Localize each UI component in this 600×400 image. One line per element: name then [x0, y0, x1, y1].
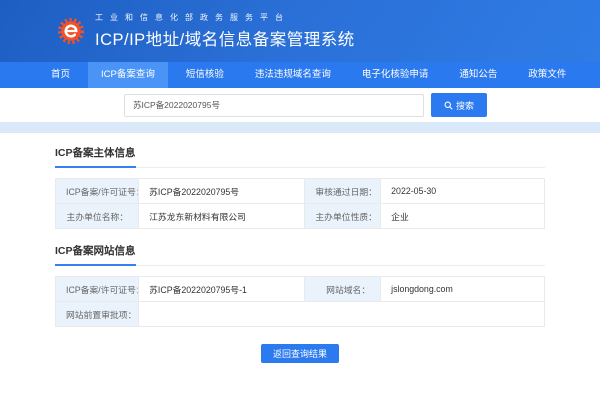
field-label: 主办单位名称： — [56, 204, 139, 229]
main-content: ICP备案主体信息 ICP备案/许可证号： 苏ICP备2022020795号 审… — [0, 133, 600, 363]
field-label: 审核通过日期： — [305, 179, 381, 204]
nav-item-e-verification-apply[interactable]: 电子化核验申请 — [349, 62, 442, 88]
nav-item-sms-verify[interactable]: 短信核验 — [173, 62, 237, 88]
search-bar: 搜索 — [0, 88, 600, 122]
back-to-results-button[interactable]: 返回查询结果 — [261, 344, 339, 363]
website-info-section: ICP备案网站信息 ICP备案/许可证号： 苏ICP备2022020795号-1… — [55, 243, 545, 327]
nav-item-policy-files[interactable]: 政策文件 — [515, 62, 579, 88]
nav-item-illegal-domain-query[interactable]: 违法违规域名查询 — [242, 62, 344, 88]
page-background-strip — [0, 122, 600, 133]
table-row: ICP备案/许可证号： 苏ICP备2022020795号 审核通过日期： 202… — [56, 179, 545, 204]
field-value: 苏ICP备2022020795号 — [139, 179, 305, 204]
field-label: 网站前置审批项： — [56, 302, 139, 327]
field-value: 2022-05-30 — [381, 179, 545, 204]
platform-name: 工业和信息化部政务服务平台 — [95, 12, 355, 23]
search-button-label: 搜索 — [456, 99, 474, 112]
nav-item-notices[interactable]: 通知公告 — [446, 62, 510, 88]
app-header: 工业和信息化部政务服务平台 ICP/IP地址/域名信息备案管理系统 — [0, 0, 600, 62]
field-value — [139, 302, 545, 327]
subject-section-title: ICP备案主体信息 — [55, 145, 136, 168]
nav-item-icp-query[interactable]: ICP备案查询 — [88, 62, 168, 88]
field-label: 主办单位性质： — [305, 204, 381, 229]
miit-logo-gear-icon — [56, 16, 86, 46]
table-row: 网站前置审批项： — [56, 302, 545, 327]
system-title: ICP/IP地址/域名信息备案管理系统 — [95, 26, 355, 50]
search-icon — [444, 101, 453, 110]
field-label: ICP备案/许可证号： — [56, 179, 139, 204]
field-value: jslongdong.com — [381, 277, 545, 302]
field-value: 企业 — [381, 204, 545, 229]
subject-info-section: ICP备案主体信息 ICP备案/许可证号： 苏ICP备2022020795号 审… — [55, 145, 545, 229]
field-label: ICP备案/许可证号： — [56, 277, 139, 302]
page: 工业和信息化部政务服务平台 ICP/IP地址/域名信息备案管理系统 首页 ICP… — [0, 0, 600, 400]
nav-item-home[interactable]: 首页 — [38, 62, 83, 88]
subject-section-head: ICP备案主体信息 — [55, 145, 545, 168]
website-section-title: ICP备案网站信息 — [55, 243, 136, 266]
website-section-head: ICP备案网站信息 — [55, 243, 545, 266]
field-value: 江苏龙东新材料有限公司 — [139, 204, 305, 229]
table-row: ICP备案/许可证号： 苏ICP备2022020795号-1 网站域名： jsl… — [56, 277, 545, 302]
subject-info-table: ICP备案/许可证号： 苏ICP备2022020795号 审核通过日期： 202… — [55, 178, 545, 229]
search-button[interactable]: 搜索 — [431, 93, 487, 117]
header-text: 工业和信息化部政务服务平台 ICP/IP地址/域名信息备案管理系统 — [95, 12, 355, 50]
website-info-table: ICP备案/许可证号： 苏ICP备2022020795号-1 网站域名： jsl… — [55, 276, 545, 327]
field-value: 苏ICP备2022020795号-1 — [139, 277, 305, 302]
table-row: 主办单位名称： 江苏龙东新材料有限公司 主办单位性质： 企业 — [56, 204, 545, 229]
nav-bar: 首页 ICP备案查询 短信核验 违法违规域名查询 电子化核验申请 通知公告 政策… — [0, 62, 600, 88]
search-input[interactable] — [124, 94, 424, 117]
field-label: 网站域名： — [305, 277, 381, 302]
